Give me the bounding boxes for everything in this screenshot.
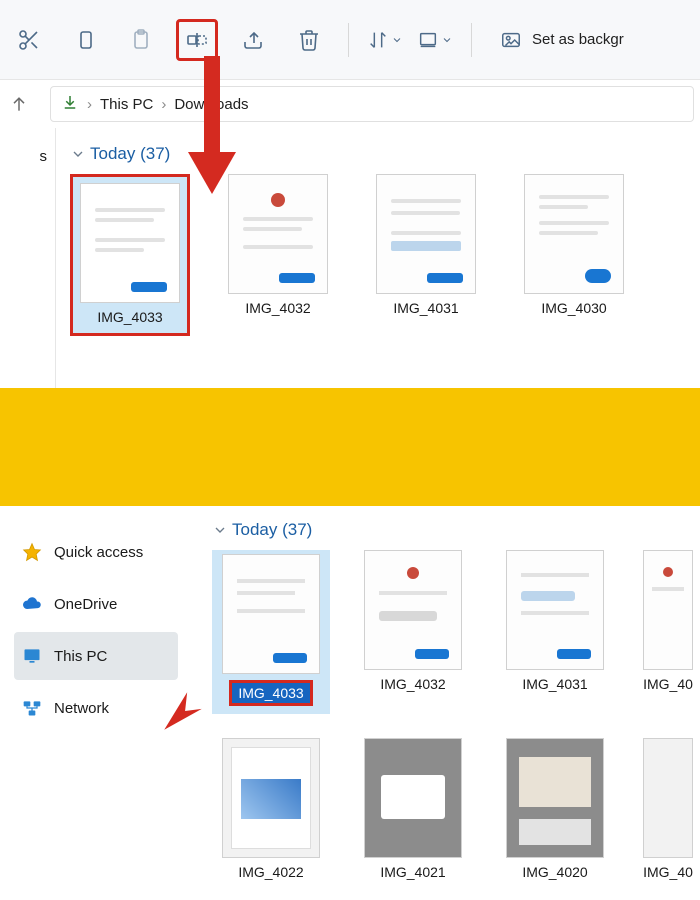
paste-button[interactable] — [120, 19, 162, 61]
file-thumbnail — [643, 738, 693, 858]
file-thumbnail — [364, 550, 462, 670]
copy-icon — [73, 28, 97, 52]
sidebar-item-this-pc[interactable]: This PC — [14, 632, 178, 680]
address-bar-row: › This PC › Downloads — [0, 80, 700, 128]
annotation-divider — [0, 388, 700, 506]
file-item[interactable]: IMG_4021 — [354, 738, 472, 880]
sidebar-item-label: This PC — [54, 648, 107, 665]
group-header[interactable]: Today (37) — [212, 520, 700, 540]
share-icon — [241, 28, 265, 52]
share-button[interactable] — [232, 19, 274, 61]
star-icon — [22, 542, 42, 562]
sidebar-item-network[interactable]: Network — [14, 684, 178, 732]
command-toolbar: Set as backgr — [0, 0, 700, 80]
sort-dropdown[interactable] — [367, 29, 403, 51]
sidebar-item-label: Network — [54, 700, 109, 717]
sidebar-item-quick-access[interactable]: Quick access — [14, 528, 178, 576]
sort-icon — [367, 29, 389, 51]
cloud-icon — [22, 594, 42, 614]
truncated-sidebar: s — [0, 128, 56, 388]
file-label: IMG_4031 — [393, 300, 458, 316]
breadcrumb-separator: › — [161, 96, 166, 113]
rename-button[interactable] — [176, 19, 218, 61]
file-item[interactable]: IMG_4033 — [70, 174, 190, 336]
file-thumbnail — [228, 174, 328, 294]
breadcrumb-segment[interactable]: This PC — [100, 96, 153, 113]
up-button[interactable] — [6, 91, 32, 117]
arrow-up-icon — [9, 94, 29, 114]
file-thumbnail — [643, 550, 693, 670]
scissors-icon — [17, 28, 41, 52]
view-dropdown[interactable] — [417, 29, 453, 51]
file-thumbnail — [80, 183, 180, 303]
chevron-down-icon — [441, 34, 453, 46]
file-label: IMG_4031 — [522, 676, 587, 692]
file-item[interactable]: IMG_40 — [638, 550, 698, 714]
file-label: IMG_4030 — [541, 300, 606, 316]
toolbar-separator — [471, 23, 472, 57]
cut-button[interactable] — [8, 19, 50, 61]
file-thumbnail — [364, 738, 462, 858]
group-label: Today (37) — [232, 520, 312, 540]
file-label: IMG_4021 — [380, 864, 445, 880]
layout-icon — [417, 29, 439, 51]
sidebar-item-onedrive[interactable]: OneDrive — [14, 580, 178, 628]
monitor-icon — [22, 646, 42, 666]
file-label: IMG_4022 — [238, 864, 303, 880]
file-thumbnail — [506, 550, 604, 670]
file-label: IMG_40 — [643, 676, 693, 692]
file-pane-lower: Today (37) IMG_4033 I — [188, 506, 700, 900]
set-background-label: Set as backgr — [532, 31, 624, 48]
lower-panel: Quick access OneDrive This PC Network To… — [0, 506, 700, 900]
breadcrumb-segment[interactable]: Downloads — [174, 96, 248, 113]
group-header[interactable]: Today (37) — [70, 144, 690, 164]
download-icon — [61, 93, 79, 115]
file-item[interactable]: IMG_4022 — [212, 738, 330, 880]
file-thumbnail — [506, 738, 604, 858]
file-label: IMG_4032 — [380, 676, 445, 692]
file-thumbnail — [222, 738, 320, 858]
rename-icon — [185, 28, 209, 52]
breadcrumb[interactable]: › This PC › Downloads — [50, 86, 694, 122]
file-grid-lower: IMG_4033 IMG_4032 IMG_4031 — [198, 550, 700, 880]
trash-icon — [297, 28, 321, 52]
sidebar-item-label: Quick access — [54, 544, 143, 561]
copy-button[interactable] — [64, 19, 106, 61]
file-item[interactable]: IMG_4032 — [354, 550, 472, 714]
file-label: IMG_4020 — [522, 864, 587, 880]
file-item[interactable]: IMG_4020 — [496, 738, 614, 880]
set-background-button[interactable]: Set as backgr — [500, 29, 624, 51]
toolbar-separator — [348, 23, 349, 57]
file-thumbnail — [376, 174, 476, 294]
picture-icon — [500, 29, 522, 51]
network-icon — [22, 698, 42, 718]
chevron-down-icon — [70, 146, 86, 162]
file-pane-upper: s Today (37) IMG_4033 IMG_4032 — [0, 128, 700, 388]
group-label: Today (37) — [90, 144, 170, 164]
file-item[interactable]: IMG_4031 — [496, 550, 614, 714]
file-label: IMG_4032 — [245, 300, 310, 316]
file-label-editing[interactable]: IMG_4033 — [229, 680, 312, 706]
file-item[interactable]: IMG_40 — [638, 738, 698, 880]
nav-sidebar: Quick access OneDrive This PC Network — [0, 506, 188, 900]
file-label: IMG_40 — [643, 864, 693, 880]
file-thumbnail — [222, 554, 320, 674]
chevron-down-icon — [391, 34, 403, 46]
file-item[interactable]: IMG_4033 — [212, 550, 330, 714]
file-thumbnail — [524, 174, 624, 294]
delete-button[interactable] — [288, 19, 330, 61]
sidebar-item-label: OneDrive — [54, 596, 117, 613]
chevron-down-icon — [212, 522, 228, 538]
breadcrumb-separator: › — [87, 96, 92, 113]
file-label: IMG_4033 — [97, 309, 162, 325]
file-item[interactable]: IMG_4030 — [514, 174, 634, 336]
file-item[interactable]: IMG_4032 — [218, 174, 338, 336]
clipboard-icon — [129, 28, 153, 52]
file-item[interactable]: IMG_4031 — [366, 174, 486, 336]
file-grid-upper: IMG_4033 IMG_4032 IMG_4031 IM — [60, 174, 690, 336]
